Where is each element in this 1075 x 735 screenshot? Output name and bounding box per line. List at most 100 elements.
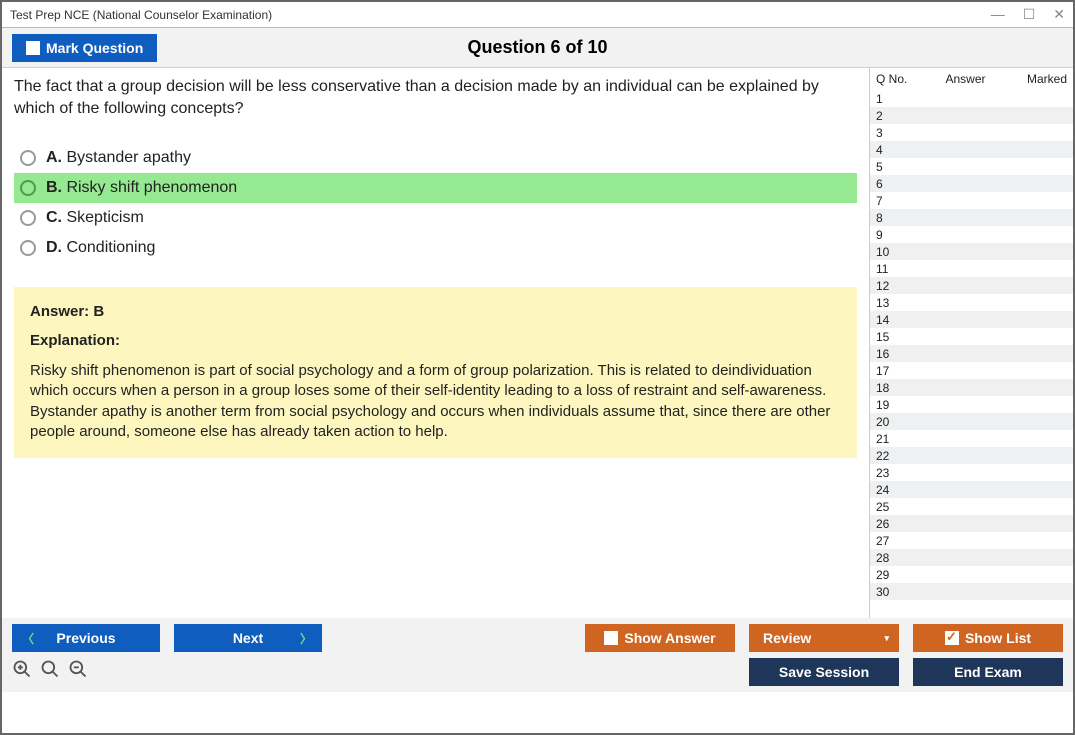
radio-icon — [20, 180, 36, 196]
radio-icon — [20, 150, 36, 166]
show-list-button[interactable]: Show List — [913, 624, 1063, 652]
row-qno: 14 — [876, 313, 918, 327]
row-qno: 20 — [876, 415, 918, 429]
question-list-row[interactable]: 2 — [870, 107, 1073, 124]
review-button[interactable]: Review ▾ — [749, 624, 899, 652]
question-list-row[interactable]: 10 — [870, 243, 1073, 260]
row-qno: 18 — [876, 381, 918, 395]
question-list-row[interactable]: 29 — [870, 566, 1073, 583]
header-marked: Marked — [1013, 72, 1067, 86]
zoom-in-icon[interactable] — [40, 659, 60, 685]
option-letter: A. — [46, 149, 62, 166]
mark-question-button[interactable]: Mark Question — [12, 34, 157, 62]
end-exam-button[interactable]: End Exam — [913, 658, 1063, 686]
save-session-button[interactable]: Save Session — [749, 658, 899, 686]
question-list-row[interactable]: 1 — [870, 90, 1073, 107]
question-list-row[interactable]: 19 — [870, 396, 1073, 413]
question-list-row[interactable]: 9 — [870, 226, 1073, 243]
question-list-row[interactable]: 22 — [870, 447, 1073, 464]
explanation-body: Risky shift phenomenon is part of social… — [30, 361, 841, 442]
row-qno: 11 — [876, 262, 918, 276]
row-qno: 17 — [876, 364, 918, 378]
show-answer-label: Show Answer — [624, 630, 715, 646]
option-letter: D. — [46, 239, 62, 256]
show-answer-button[interactable]: Show Answer — [585, 624, 735, 652]
row-qno: 27 — [876, 534, 918, 548]
footer-toolbar: 〈 Previous Next 〉 Show Answer Review ▾ S… — [2, 618, 1073, 692]
question-list-row[interactable]: 27 — [870, 532, 1073, 549]
row-qno: 10 — [876, 245, 918, 259]
row-qno: 2 — [876, 109, 918, 123]
top-toolbar: Mark Question Question 6 of 10 — [2, 28, 1073, 68]
row-qno: 24 — [876, 483, 918, 497]
question-list-row[interactable]: 18 — [870, 379, 1073, 396]
question-list-row[interactable]: 28 — [870, 549, 1073, 566]
footer-row-1: 〈 Previous Next 〉 Show Answer Review ▾ S… — [12, 624, 1063, 652]
question-stem: The fact that a group decision will be l… — [14, 76, 857, 119]
question-list-panel: Q No. Answer Marked 12345678910111213141… — [869, 68, 1073, 618]
option-text: Bystander apathy — [62, 149, 191, 166]
question-panel: The fact that a group decision will be l… — [2, 68, 869, 618]
question-list-row[interactable]: 30 — [870, 583, 1073, 600]
close-icon[interactable]: ✕ — [1053, 6, 1065, 23]
option-a[interactable]: A. Bystander apathy — [14, 143, 857, 173]
question-list-row[interactable]: 15 — [870, 328, 1073, 345]
zoom-reset-icon[interactable] — [12, 659, 32, 685]
window-titlebar: Test Prep NCE (National Counselor Examin… — [2, 2, 1073, 28]
option-c[interactable]: C. Skepticism — [14, 203, 857, 233]
option-letter: C. — [46, 209, 62, 226]
question-list-row[interactable]: 11 — [870, 260, 1073, 277]
option-d[interactable]: D. Conditioning — [14, 233, 857, 263]
question-list-row[interactable]: 3 — [870, 124, 1073, 141]
question-list-row[interactable]: 6 — [870, 175, 1073, 192]
question-list-row[interactable]: 8 — [870, 209, 1073, 226]
question-list-row[interactable]: 7 — [870, 192, 1073, 209]
row-qno: 30 — [876, 585, 918, 599]
question-list-row[interactable]: 24 — [870, 481, 1073, 498]
row-qno: 22 — [876, 449, 918, 463]
row-qno: 1 — [876, 92, 918, 106]
radio-icon — [20, 210, 36, 226]
row-qno: 4 — [876, 143, 918, 157]
answer-line: Answer: B — [30, 303, 841, 320]
question-list-row[interactable]: 4 — [870, 141, 1073, 158]
maximize-icon[interactable]: ☐ — [1023, 6, 1036, 23]
zoom-controls — [12, 659, 88, 685]
minimize-icon[interactable]: — — [991, 6, 1005, 23]
question-list-row[interactable]: 26 — [870, 515, 1073, 532]
next-button[interactable]: Next 〉 — [174, 624, 322, 652]
row-qno: 12 — [876, 279, 918, 293]
option-b[interactable]: B. Risky shift phenomenon — [14, 173, 857, 203]
question-list-row[interactable]: 13 — [870, 294, 1073, 311]
row-qno: 3 — [876, 126, 918, 140]
chevron-right-icon: 〉 — [300, 630, 312, 647]
header-qno: Q No. — [876, 72, 918, 86]
option-text: Conditioning — [62, 239, 155, 256]
question-list-row[interactable]: 21 — [870, 430, 1073, 447]
question-list-row[interactable]: 23 — [870, 464, 1073, 481]
row-qno: 15 — [876, 330, 918, 344]
question-list-row[interactable]: 5 — [870, 158, 1073, 175]
zoom-out-icon[interactable] — [68, 659, 88, 685]
row-qno: 19 — [876, 398, 918, 412]
row-qno: 28 — [876, 551, 918, 565]
checkbox-icon — [26, 41, 40, 55]
checkbox-icon — [604, 631, 618, 645]
row-qno: 21 — [876, 432, 918, 446]
previous-button[interactable]: 〈 Previous — [12, 624, 160, 652]
question-list-rows[interactable]: 1234567891011121314151617181920212223242… — [870, 90, 1073, 618]
show-list-label: Show List — [965, 630, 1031, 646]
window-title: Test Prep NCE (National Counselor Examin… — [10, 8, 272, 22]
question-list-row[interactable]: 20 — [870, 413, 1073, 430]
question-list-row[interactable]: 12 — [870, 277, 1073, 294]
option-text: Risky shift phenomenon — [62, 179, 237, 196]
question-list-row[interactable]: 25 — [870, 498, 1073, 515]
row-qno: 16 — [876, 347, 918, 361]
options-list: A. Bystander apathyB. Risky shift phenom… — [14, 143, 857, 263]
chevron-left-icon: 〈 — [22, 630, 34, 647]
question-list-row[interactable]: 17 — [870, 362, 1073, 379]
question-list-row[interactable]: 14 — [870, 311, 1073, 328]
explanation-heading: Explanation: — [30, 332, 841, 349]
question-list-row[interactable]: 16 — [870, 345, 1073, 362]
row-qno: 26 — [876, 517, 918, 531]
